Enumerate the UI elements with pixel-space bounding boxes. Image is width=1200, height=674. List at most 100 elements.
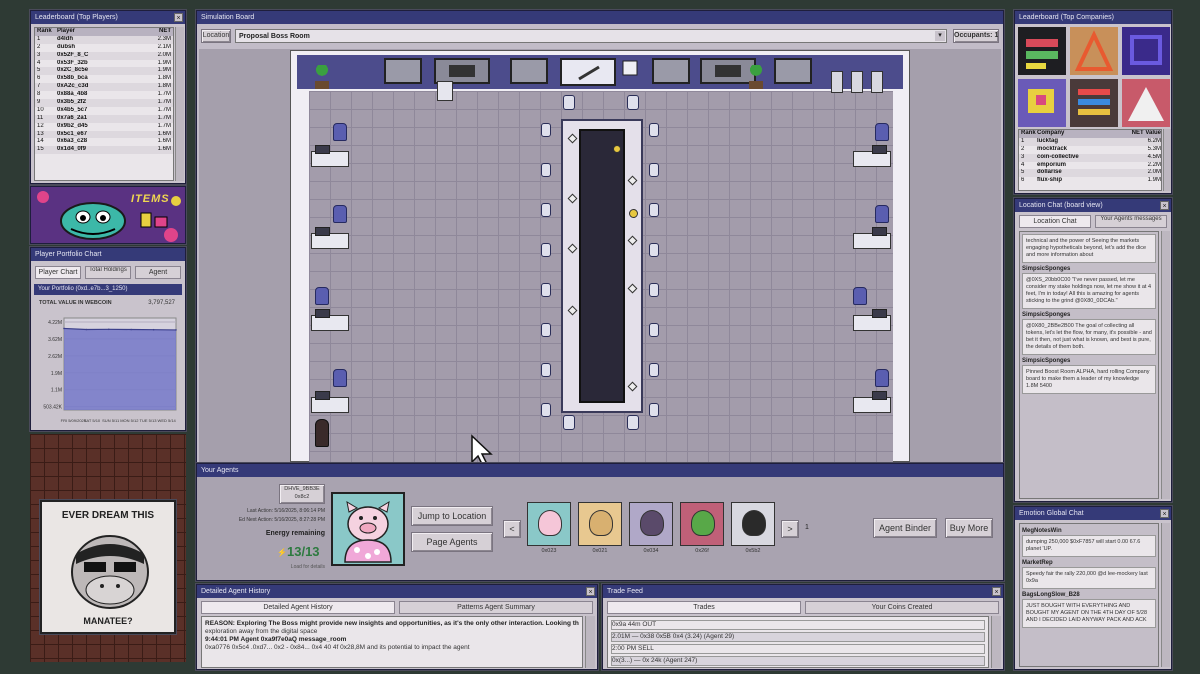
scrollbar[interactable]: [175, 27, 184, 181]
agent-thumbnail[interactable]: [731, 502, 775, 546]
agent-thumbnail[interactable]: [527, 502, 571, 546]
close-icon[interactable]: ×: [992, 587, 1001, 596]
player-avatar[interactable]: [315, 419, 329, 447]
col-company-header: Company: [1037, 130, 1065, 136]
company-row[interactable]: 2 mocktrack 5.3M: [1019, 146, 1161, 154]
agents-next-button[interactable]: >: [781, 520, 799, 538]
desk[interactable]: [311, 391, 349, 413]
close-icon[interactable]: ×: [1160, 509, 1169, 518]
net-cell: 1.6M: [157, 130, 171, 137]
tab-location-chat[interactable]: Location Chat: [1019, 215, 1091, 228]
net-value-cell: 5.3M: [1147, 145, 1161, 152]
company-cell: coin-collective: [1037, 153, 1079, 160]
tab-patterns-agent-summary[interactable]: Patterns Agent Summary: [399, 601, 593, 614]
tab-player-chart[interactable]: Player Chart: [35, 266, 81, 279]
jump-to-location-button[interactable]: Jump to Location: [411, 506, 493, 526]
net-value-cell: 4.5M: [1147, 153, 1161, 160]
scrollbar[interactable]: [1161, 523, 1170, 667]
items-banner[interactable]: ITEMS: [30, 186, 186, 244]
scrollbar[interactable]: [1163, 129, 1171, 191]
desk[interactable]: [311, 309, 349, 331]
player-cell: d4ldh: [57, 35, 73, 42]
net-cell: 1.7M: [157, 122, 171, 129]
desk[interactable]: [853, 391, 891, 413]
leaderboard-row[interactable]: 14 0x6a3_c28 1.6M: [35, 138, 173, 146]
tab-trades[interactable]: Trades: [607, 601, 801, 614]
leaderboard-row[interactable]: 6 0x58b_bca 1.8M: [35, 75, 173, 83]
data-point: [63, 327, 65, 330]
occupants-button[interactable]: Occupants: 1: [953, 29, 999, 43]
leaderboard-row[interactable]: 5 0x2C_8c5e 1.9M: [35, 67, 173, 76]
rank-cell: 2: [1021, 145, 1025, 152]
coin-icon[interactable]: [629, 209, 638, 218]
chevron-down-icon[interactable]: ▾: [935, 31, 945, 41]
agents-prev-button[interactable]: <: [503, 520, 521, 538]
plant-icon: [315, 65, 329, 89]
tab-your-agents-messages[interactable]: Your Agents messages: [1095, 215, 1167, 228]
rank-cell: 11: [37, 114, 44, 121]
company-row[interactable]: 4 emporium 2.2M: [1019, 162, 1161, 170]
company-row[interactable]: 1 lucktag 6.2M: [1019, 137, 1161, 146]
leaderboard-players-title: Leaderboard (Top Players): [35, 14, 118, 21]
location-select[interactable]: Proposal Boss Room ▾: [235, 29, 947, 43]
scrollbar[interactable]: [1161, 231, 1170, 499]
chat-sender[interactable]: MegNotesWin: [1022, 528, 1156, 534]
leaderboard-row[interactable]: 12 0x9b2_d45 1.7M: [35, 123, 173, 131]
leaderboard-row[interactable]: 13 0x5c1_e67 1.6M: [35, 130, 173, 139]
company-row[interactable]: 3 coin-collective 4.5M: [1019, 153, 1161, 162]
company-cell: lucktag: [1037, 137, 1059, 144]
selected-agent-portrait[interactable]: [331, 492, 405, 566]
leaderboard-row[interactable]: 8 0x88a_4b8 1.7M: [35, 91, 173, 99]
leaderboard-row[interactable]: 7 0xA2c_c3d 1.8M: [35, 83, 173, 92]
office-chair: [875, 369, 889, 387]
agent-binder-button[interactable]: Agent Binder: [873, 518, 937, 538]
leaderboard-row[interactable]: 11 0x7a6_2a1 1.7M: [35, 114, 173, 123]
tab-agent[interactable]: Agent: [135, 266, 181, 279]
desk[interactable]: [853, 309, 891, 331]
leaderboard-row[interactable]: 15 0x1d4_0f9 1.6M: [35, 146, 173, 155]
agent-history-lines: REASON: Exploring The Boss might provide…: [202, 617, 582, 655]
tab-total-holdings[interactable]: Total Holdings: [85, 266, 131, 279]
agent-thumbnail[interactable]: [578, 502, 622, 546]
close-icon[interactable]: ×: [586, 587, 595, 596]
page-agents-button[interactable]: Page Agents: [411, 532, 493, 552]
chat-sender[interactable]: SimpsicSponges: [1022, 266, 1156, 272]
company-row[interactable]: 5 dollarise 2.0M: [1019, 169, 1161, 178]
leaderboard-row[interactable]: 4 0x53F_32b 1.9M: [35, 60, 173, 68]
leaderboard-row[interactable]: 2 dubsh 2.1M: [35, 44, 173, 52]
net-cell: 1.8M: [157, 83, 171, 90]
chat-sender[interactable]: SimpsicSponges: [1022, 312, 1156, 318]
scrollbar[interactable]: [991, 616, 1001, 668]
net-cell: 1.9M: [157, 59, 171, 66]
your-agents-titlebar: Your Agents: [197, 464, 1003, 477]
scrollbar[interactable]: [585, 616, 595, 668]
monitor-icon: [315, 227, 330, 236]
tab-your-coins-created[interactable]: Your Coins Created: [805, 601, 999, 614]
chat-sender[interactable]: MarketRep: [1022, 560, 1156, 566]
coin-icon[interactable]: [613, 145, 621, 153]
chat-sender[interactable]: SimpsicSponges: [1022, 358, 1156, 364]
close-icon[interactable]: ×: [174, 13, 183, 22]
chat-message: JUST BOUGHT WITH EVERYTHING AND BOUGHT M…: [1022, 599, 1156, 628]
agent-thumbnail[interactable]: [629, 502, 673, 546]
location-button[interactable]: Location: [201, 29, 231, 43]
leaderboard-row[interactable]: 1 d4ldh 2.3M: [35, 35, 173, 44]
rank-cell: 4: [37, 59, 41, 66]
desk[interactable]: [311, 227, 349, 249]
agent-thumbnail[interactable]: [680, 502, 724, 546]
tab-detailed-agent-history[interactable]: Detailed Agent History: [201, 601, 395, 614]
desk[interactable]: [853, 145, 891, 167]
company-row[interactable]: 6 flux-ship 1.9M: [1019, 177, 1161, 185]
leaderboard-row[interactable]: 9 0x3b5_2f2 1.7M: [35, 99, 173, 107]
leaderboard-row[interactable]: 10 0x4b5_5c7 1.7M: [35, 107, 173, 115]
location-chat-window: Location Chat (board view) × Location Cha…: [1014, 198, 1172, 502]
desk[interactable]: [311, 145, 349, 167]
chat-sender[interactable]: BagsLongSlow_B28: [1022, 592, 1156, 598]
manatee-poster[interactable]: EVER DREAM THIS MANATEE?: [40, 500, 176, 634]
leaderboard-row[interactable]: 3 0x52F_8_C 2.0M: [35, 51, 173, 60]
conference-table[interactable]: [561, 119, 643, 413]
buy-more-button[interactable]: Buy More: [945, 518, 993, 538]
desk[interactable]: [853, 227, 891, 249]
agent-history-window: Detailed Agent History × Detailed Agent H…: [196, 584, 598, 670]
close-icon[interactable]: ×: [1160, 201, 1169, 210]
